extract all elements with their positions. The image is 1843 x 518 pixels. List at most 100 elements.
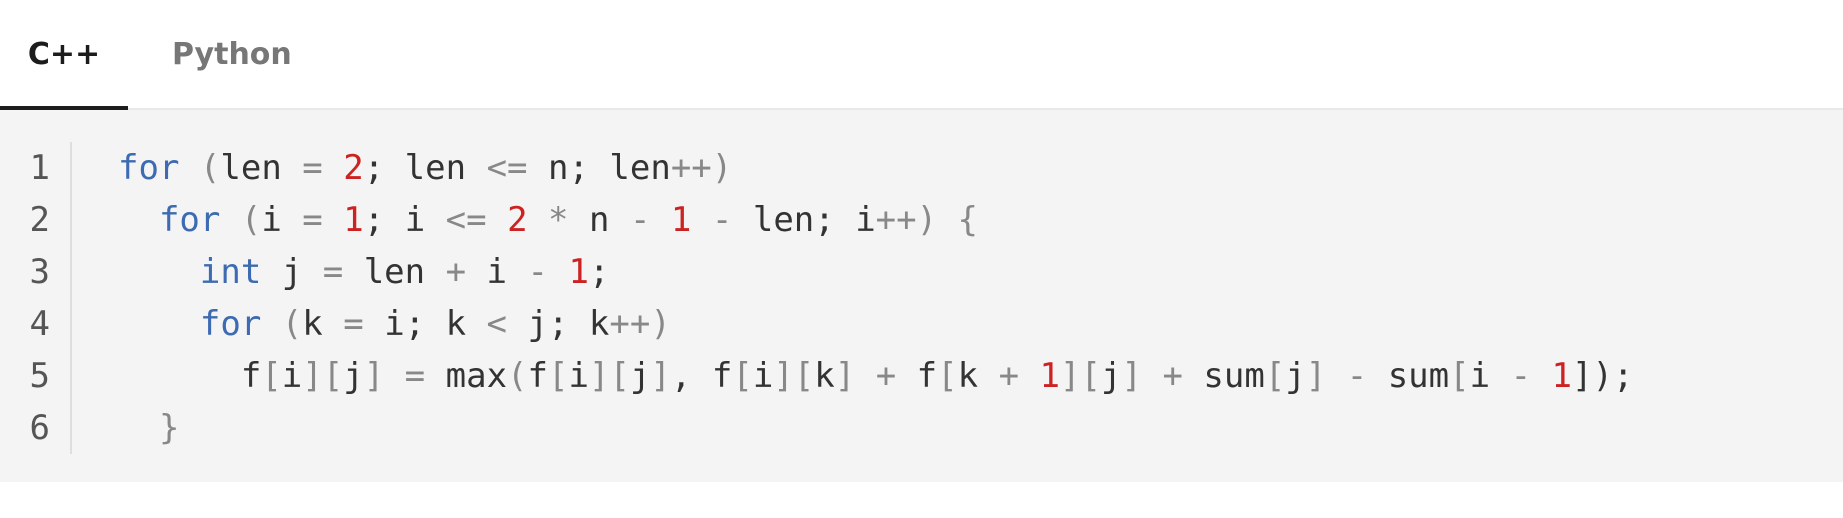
code-operator: ( xyxy=(240,200,262,240)
code-operator: [ xyxy=(261,356,282,396)
code-operator: + xyxy=(445,252,467,292)
code-text: i xyxy=(281,356,303,396)
code-text: i xyxy=(752,356,774,396)
code-operator: + xyxy=(1162,356,1183,396)
code-operator: + xyxy=(875,356,897,396)
language-tab-bar: C++ Python xyxy=(0,0,1843,111)
code-keyword: for xyxy=(199,304,262,344)
code-text: sum xyxy=(1367,356,1450,396)
code-text: ; i xyxy=(363,200,446,240)
code-text: f xyxy=(527,356,549,396)
code-keyword: for xyxy=(158,200,221,240)
tab-python[interactable]: Python xyxy=(172,0,292,110)
code-operator: [ xyxy=(732,356,753,396)
code-operator: ] xyxy=(650,356,671,396)
code-operator: - xyxy=(711,200,733,240)
code-operator: ] xyxy=(363,356,385,396)
code-operator: ][ xyxy=(773,356,815,396)
code-text: len xyxy=(343,252,446,292)
code-text: n; len xyxy=(527,148,671,188)
code-operator: ( xyxy=(281,304,303,344)
code-number: 2 xyxy=(343,148,364,188)
code-text: k xyxy=(302,304,344,344)
code-operator: * xyxy=(548,200,569,240)
code-operator: <= xyxy=(445,200,487,240)
code-operator: [ xyxy=(1264,356,1286,396)
code-text: j xyxy=(1285,356,1306,396)
code-text: len xyxy=(220,148,303,188)
code-line: f[i][j] = max(f[i][j], f[i][k] + f[k + 1… xyxy=(118,350,1634,402)
code-text: i; k xyxy=(363,304,487,344)
code-text: f xyxy=(118,356,262,396)
code-line: } xyxy=(118,402,179,454)
tab-cpp[interactable]: C++ xyxy=(0,0,128,111)
code-text: , f xyxy=(670,356,733,396)
code-text: ; xyxy=(588,252,610,292)
code-operator: - xyxy=(629,200,651,240)
code-text: n xyxy=(568,200,630,240)
code-text: k xyxy=(814,356,835,396)
code-text: j; k xyxy=(507,304,610,344)
code-operator: <= xyxy=(486,148,528,188)
code-text: ]); xyxy=(1572,356,1634,396)
code-operator: - xyxy=(527,252,548,292)
line-number: 3 xyxy=(29,252,50,292)
code-text: f xyxy=(896,356,938,396)
code-text: i xyxy=(261,200,303,240)
code-text: len; i xyxy=(732,200,876,240)
line-number: 6 xyxy=(29,408,50,448)
code-operator: ( xyxy=(199,148,221,188)
line-number: 2 xyxy=(29,200,50,240)
code-keyword: int xyxy=(199,252,262,292)
code-number: 1 xyxy=(1039,356,1061,396)
code-line: for (i = 1; i <= 2 * n - 1 - len; i++) { xyxy=(118,194,978,246)
line-number: 5 xyxy=(29,356,50,396)
code-text: j xyxy=(343,356,364,396)
code-operator: - xyxy=(1510,356,1532,396)
code-text: i xyxy=(568,356,589,396)
code-operator: + xyxy=(998,356,1020,396)
code-operator: ++) { xyxy=(875,200,979,240)
code-operator: ] xyxy=(1305,356,1327,396)
code-text: j xyxy=(261,252,323,292)
code-operator: [ xyxy=(937,356,958,396)
code-operator: = xyxy=(322,252,344,292)
code-line: for (k = i; k < j; k++) xyxy=(118,298,671,350)
code-text: ; len xyxy=(363,148,487,188)
code-text: sum xyxy=(1182,356,1265,396)
code-block: 1 2 3 4 5 6 for (len = 2; len <= n; len+… xyxy=(0,110,1843,482)
code-operator: } xyxy=(158,408,180,448)
code-number: 1 xyxy=(343,200,364,240)
code-keyword: for xyxy=(118,148,180,188)
code-operator: [ xyxy=(548,356,569,396)
code-operator: ++) xyxy=(670,148,733,188)
code-operator: ][ xyxy=(302,356,344,396)
code-operator: < xyxy=(486,304,508,344)
code-text: j xyxy=(1100,356,1122,396)
line-number: 1 xyxy=(29,148,50,188)
code-operator: = xyxy=(302,200,323,240)
code-operator: - xyxy=(1346,356,1368,396)
code-operator: [ xyxy=(1449,356,1470,396)
code-text: j xyxy=(629,356,651,396)
code-operator: ( xyxy=(507,356,528,396)
code-operator: ][ xyxy=(588,356,630,396)
